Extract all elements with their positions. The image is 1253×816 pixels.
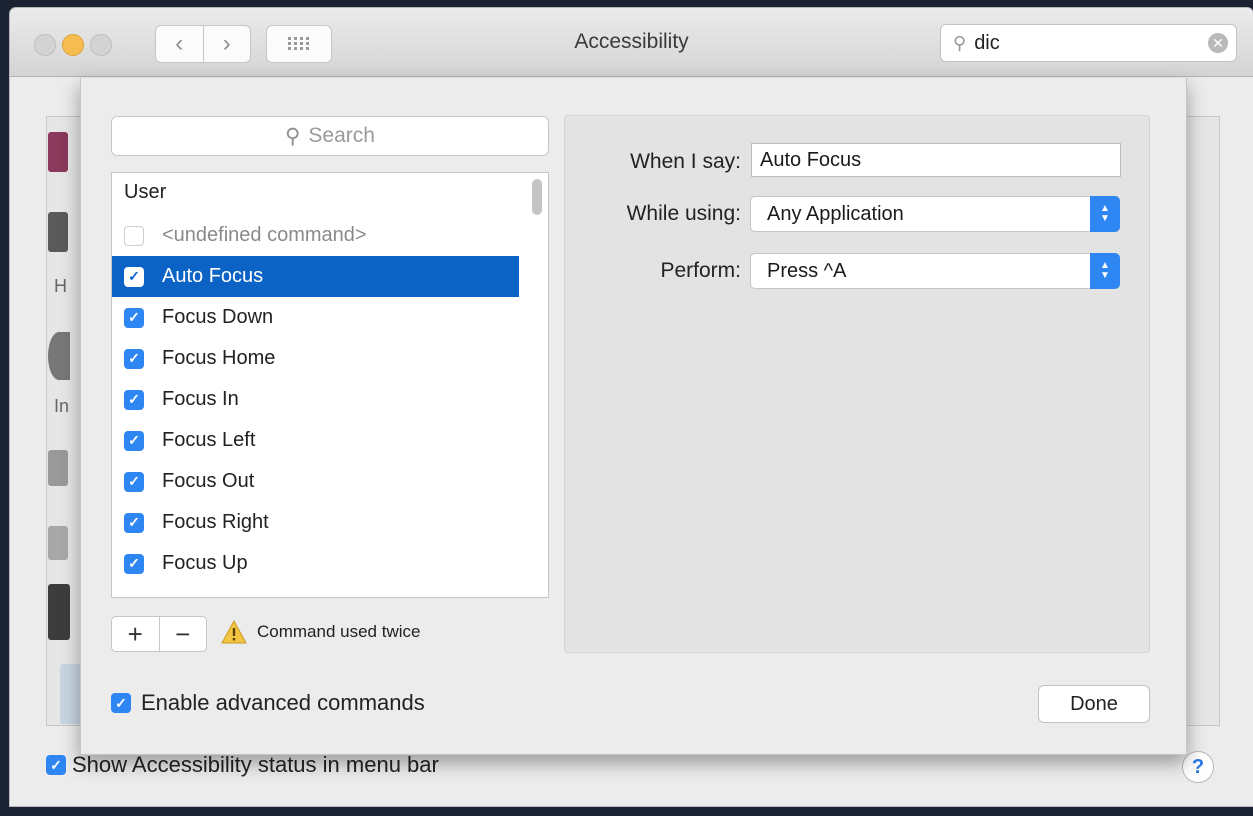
- command-checkbox[interactable]: ✓: [124, 389, 144, 410]
- duplicate-warning: Command used twice: [221, 620, 420, 644]
- remove-command-button[interactable]: −: [160, 617, 207, 651]
- when-i-say-field[interactable]: Auto Focus: [751, 143, 1121, 177]
- background-icon: [48, 332, 70, 380]
- list-item[interactable]: <undefined command>: [112, 215, 519, 256]
- background-sidebar-fragments: H In: [46, 126, 84, 726]
- background-label: In: [54, 396, 70, 416]
- when-i-say-label: When I say:: [630, 150, 741, 173]
- commands-list[interactable]: User <undefined command> ✓ Auto Focus ✓ …: [111, 172, 549, 598]
- show-status-checkbox[interactable]: ✓: [46, 755, 66, 775]
- command-label: Focus Left: [162, 429, 256, 451]
- show-status-row[interactable]: ✓ Show Accessibility status in menu bar: [46, 752, 439, 778]
- preferences-search-field[interactable]: ⚲ dic ✕: [940, 24, 1237, 62]
- command-label: Auto Focus: [162, 265, 264, 287]
- command-label: Focus Home: [162, 347, 276, 369]
- title-bar: ‹ › Accessibility ⚲ dic ✕: [10, 8, 1253, 77]
- add-command-button[interactable]: +: [112, 617, 160, 651]
- commands-search-placeholder: Search: [308, 124, 375, 147]
- command-checkbox[interactable]: [124, 225, 144, 246]
- enable-advanced-row[interactable]: ✓ Enable advanced commands: [111, 690, 425, 716]
- list-item[interactable]: ✓ Focus Left: [112, 420, 519, 461]
- command-checkbox[interactable]: ✓: [124, 430, 144, 451]
- warning-icon: [221, 620, 247, 644]
- commands-sheet: ⚲ Search User <undefined command> ✓ Auto…: [80, 78, 1187, 755]
- warning-text: Command used twice: [257, 622, 421, 641]
- help-button[interactable]: ?: [1182, 751, 1214, 783]
- perform-popup[interactable]: Press ^A ▲ ▼: [750, 253, 1120, 289]
- perform-value: Press ^A: [767, 259, 847, 282]
- show-status-label: Show Accessibility status in menu bar: [72, 752, 439, 777]
- search-icon: ⚲: [285, 124, 301, 148]
- chevron-updown-icon: ▲ ▼: [1090, 253, 1120, 289]
- clear-search-icon[interactable]: ✕: [1208, 33, 1228, 53]
- command-label: Focus Up: [162, 552, 248, 574]
- command-checkbox[interactable]: ✓: [124, 512, 144, 533]
- command-label: Focus Right: [162, 511, 269, 533]
- background-icon: [48, 132, 68, 172]
- list-item[interactable]: ✓ Focus Up: [112, 543, 519, 584]
- list-scrollbar[interactable]: [532, 179, 542, 215]
- command-detail-panel: When I say: Auto Focus While using: Any …: [564, 115, 1150, 653]
- command-label: Focus Out: [162, 470, 255, 492]
- search-value: dic: [974, 31, 1000, 54]
- list-item[interactable]: ✓ Auto Focus: [112, 256, 519, 297]
- while-using-value: Any Application: [767, 202, 904, 225]
- command-label: Focus In: [162, 388, 239, 410]
- list-item[interactable]: ✓ Focus Down: [112, 297, 519, 338]
- background-icon: [48, 450, 68, 486]
- command-checkbox[interactable]: ✓: [124, 348, 144, 369]
- perform-label: Perform:: [660, 259, 741, 282]
- command-checkbox[interactable]: ✓: [124, 266, 144, 287]
- done-button[interactable]: Done: [1038, 685, 1150, 723]
- command-checkbox[interactable]: ✓: [124, 553, 144, 574]
- list-section-header: User: [124, 181, 167, 203]
- command-checkbox[interactable]: ✓: [124, 471, 144, 492]
- add-remove-buttons: + −: [111, 616, 207, 652]
- commands-search-field[interactable]: ⚲ Search: [111, 116, 549, 156]
- while-using-popup[interactable]: Any Application ▲ ▼: [750, 196, 1120, 232]
- enable-advanced-checkbox[interactable]: ✓: [111, 693, 131, 713]
- while-using-label: While using:: [626, 202, 741, 225]
- preferences-window: ‹ › Accessibility ⚲ dic ✕ H In ✓ Show Ac…: [10, 8, 1253, 806]
- enable-advanced-label: Enable advanced commands: [141, 690, 425, 715]
- background-icon: [48, 584, 70, 640]
- search-icon: ⚲: [953, 32, 967, 53]
- background-icon: [60, 664, 82, 724]
- background-icon: [48, 526, 68, 560]
- background-icon: [48, 212, 68, 252]
- list-item[interactable]: ✓ Focus Home: [112, 338, 519, 379]
- list-item[interactable]: ✓ Focus Out: [112, 461, 519, 502]
- command-label: Focus Down: [162, 306, 274, 328]
- background-label: H: [54, 276, 67, 296]
- command-label: <undefined command>: [162, 224, 367, 246]
- list-item[interactable]: ✓ Focus In: [112, 379, 519, 420]
- command-checkbox[interactable]: ✓: [124, 307, 144, 328]
- list-item-partial[interactable]: [112, 584, 519, 597]
- list-item[interactable]: ✓ Focus Right: [112, 502, 519, 543]
- chevron-updown-icon: ▲ ▼: [1090, 196, 1120, 232]
